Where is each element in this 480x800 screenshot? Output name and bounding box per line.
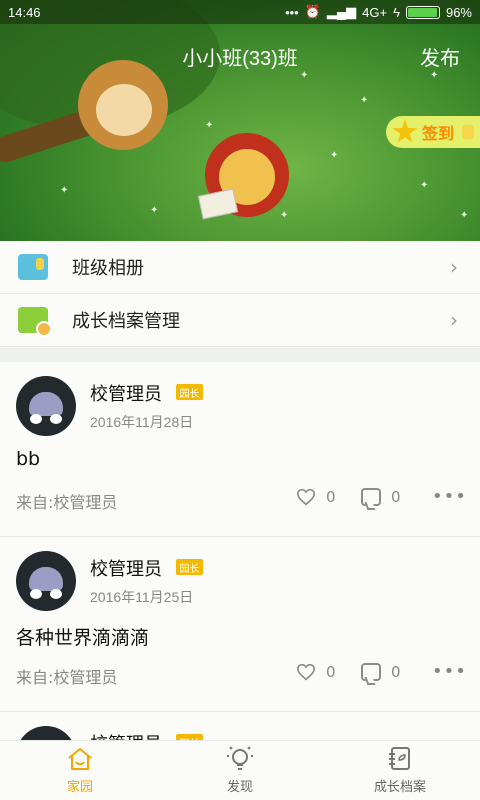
growth-record-icon [18,307,52,337]
tab-discover[interactable]: 发现 [160,741,320,800]
menu-item-label: 班级相册 [72,258,144,279]
post-source: 来自:校管理员 [16,664,117,688]
tab-label: 发现 [226,780,253,795]
comment-count: 0 [391,663,401,681]
section-divider [0,348,480,362]
more-options-icon[interactable]: ••• [432,486,467,507]
menu-item-class-album[interactable]: 班级相册 › [0,241,480,294]
heart-icon [296,488,316,506]
home-icon [68,748,92,770]
coin-icon [462,125,475,139]
menu-item-label: 成长档案管理 [72,311,180,332]
source-name: 校管理员 [53,668,118,687]
lightbulb-icon [227,746,253,770]
page-title: 小小班(33)班 [182,48,298,70]
comment-icon [361,488,381,506]
status-time: 14:46 [8,4,41,20]
status-bar: 14:46 ••• ⏰ ▂▄▆ 4G+ ϟ 96% [0,0,480,24]
checkin-label: 签到 [422,124,455,143]
charging-icon: ϟ [393,4,400,20]
comment-count: 0 [391,488,401,506]
comment-icon [361,663,381,681]
album-icon [18,254,48,280]
book-illustration [197,188,239,220]
menu-list: 班级相册 › 成长档案管理 › [0,241,480,347]
chevron-right-icon: › [450,308,458,332]
tab-home[interactable]: 家园 [0,741,160,800]
source-prefix: 来自: [16,668,54,687]
tab-label: 成长档案 [373,780,426,795]
network-type: 4G+ [362,4,388,20]
battery-percent: 96% [445,4,472,20]
checkin-button[interactable]: 签到 [386,116,480,148]
author-name[interactable]: 校管理员 [90,555,162,581]
tab-label: 家园 [66,780,93,795]
menu-item-growth-record[interactable]: 成长档案管理 › [0,294,480,347]
bottom-tab-bar: 家园 发现 成长档案 [0,740,480,800]
post-date: 2016年11月25日 [90,589,194,605]
growth-archive-icon [389,747,410,770]
like-button[interactable]: 0 [296,488,336,506]
publish-button[interactable]: 发布 [420,42,460,71]
like-count: 0 [326,488,336,506]
signal-icon: ▂▄▆ [326,4,357,19]
feed-post[interactable]: 校管理员 园长 2016年11月28日 bb 来自:校管理员 0 0 ••• [0,362,480,537]
avatar[interactable] [16,376,76,436]
like-count: 0 [326,663,336,681]
tab-growth-archive[interactable]: 成长档案 [320,741,480,800]
role-badge: 园长 [176,559,203,575]
more-dots-icon: ••• [285,4,299,20]
source-prefix: 来自: [16,493,54,512]
comment-button[interactable]: 0 [361,488,401,506]
post-content: bb [16,448,41,470]
like-button[interactable]: 0 [296,663,336,681]
battery-icon [405,5,440,19]
post-content: 各种世界滴滴滴 [16,627,150,649]
avatar[interactable] [16,551,76,611]
alarm-icon: ⏰ [304,4,321,19]
feed-list: 校管理员 园长 2016年11月28日 bb 来自:校管理员 0 0 ••• 校… [0,362,480,752]
monkey-illustration [78,60,168,150]
more-options-icon[interactable]: ••• [432,661,467,682]
feed-post[interactable]: 校管理员 园长 2016年11月25日 各种世界滴滴滴 来自:校管理员 0 0 … [0,537,480,712]
post-date: 2016年11月28日 [90,414,194,430]
post-source: 来自:校管理员 [16,489,117,513]
author-name[interactable]: 校管理员 [90,380,162,406]
chevron-right-icon: › [450,255,458,279]
star-icon [392,119,418,143]
comment-button[interactable]: 0 [361,663,401,681]
source-name: 校管理员 [53,493,118,512]
heart-icon [296,663,316,681]
role-badge: 园长 [176,384,203,400]
